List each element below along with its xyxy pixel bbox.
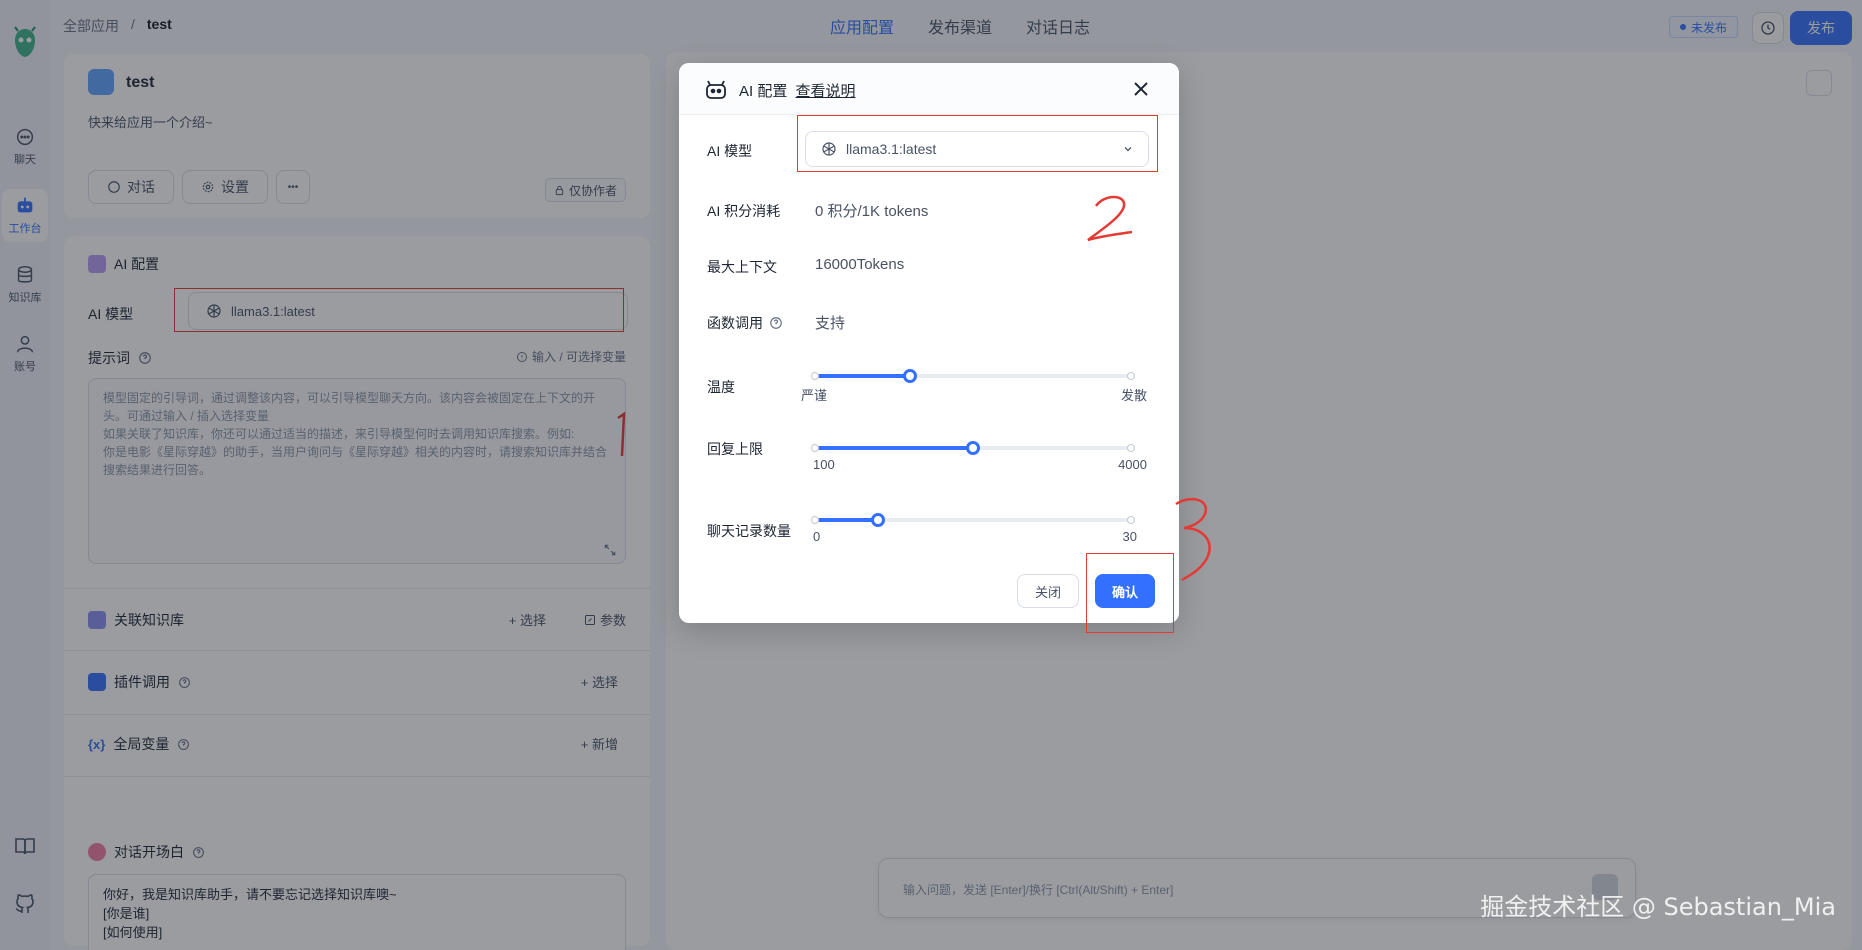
slider-fill	[815, 446, 973, 450]
slider-thumb[interactable]	[902, 369, 917, 383]
annotation-box-2	[797, 115, 1158, 172]
ai-config-modal: AI 配置 查看说明 AI 模型 llama3.1:latest AI 积分消耗…	[679, 63, 1179, 633]
slider-thumb[interactable]	[966, 441, 980, 455]
temperature-label: 温度	[707, 379, 735, 395]
watermark: 掘金技术社区 @ Sebastian_Mia	[1480, 893, 1836, 921]
max-reply-label: 回复上限	[707, 441, 763, 457]
slider-min-dot	[811, 372, 819, 380]
points-value: 0 积分/1K tokens	[815, 203, 929, 220]
robot-icon	[706, 80, 726, 99]
slider-max-dot	[1127, 372, 1135, 380]
points-label: AI 积分消耗	[707, 203, 781, 219]
max-reply-slider[interactable]: 100 4000	[811, 433, 1147, 473]
history-count-slider[interactable]: 0 30	[811, 505, 1137, 545]
modal-help-link[interactable]: 查看说明	[796, 83, 856, 100]
help-icon[interactable]	[769, 316, 783, 330]
modal-cancel-button[interactable]: 关闭	[1017, 574, 1079, 608]
temperature-min-label: 严谨	[801, 388, 828, 403]
history-count-label: 聊天记录数量	[707, 523, 791, 539]
function-call-label-text: 函数调用	[707, 315, 763, 331]
history-max-label: 30	[1122, 529, 1137, 544]
modal-header: AI 配置 查看说明	[679, 63, 1179, 115]
modal-title: AI 配置 查看说明	[739, 80, 856, 101]
slider-max-dot	[1127, 444, 1135, 452]
context-value: 16000Tokens	[815, 256, 905, 273]
max-reply-max-label: 4000	[1118, 457, 1147, 472]
slider-fill	[815, 518, 879, 522]
slider-fill	[815, 374, 910, 378]
function-call-value: 支持	[815, 315, 846, 332]
context-label: 最大上下文	[707, 259, 777, 275]
annotation-number-3	[1175, 497, 1211, 582]
annotation-number-2	[1087, 195, 1133, 242]
temperature-max-label: 发散	[1120, 388, 1147, 403]
annotation-box-3	[1086, 553, 1174, 633]
slider-max-dot	[1127, 516, 1135, 524]
slider-min-dot	[811, 516, 819, 524]
slider-thumb[interactable]	[871, 513, 886, 527]
modal-title-text: AI 配置	[739, 83, 788, 100]
slider-min-dot	[811, 444, 819, 452]
close-icon[interactable]	[1129, 77, 1153, 101]
history-min-label: 0	[813, 529, 821, 544]
max-reply-min-label: 100	[813, 457, 835, 472]
temperature-slider[interactable]: 严谨 发散	[801, 361, 1147, 403]
function-call-label: 函数调用	[707, 313, 783, 333]
modal-model-label: AI 模型	[707, 143, 753, 159]
